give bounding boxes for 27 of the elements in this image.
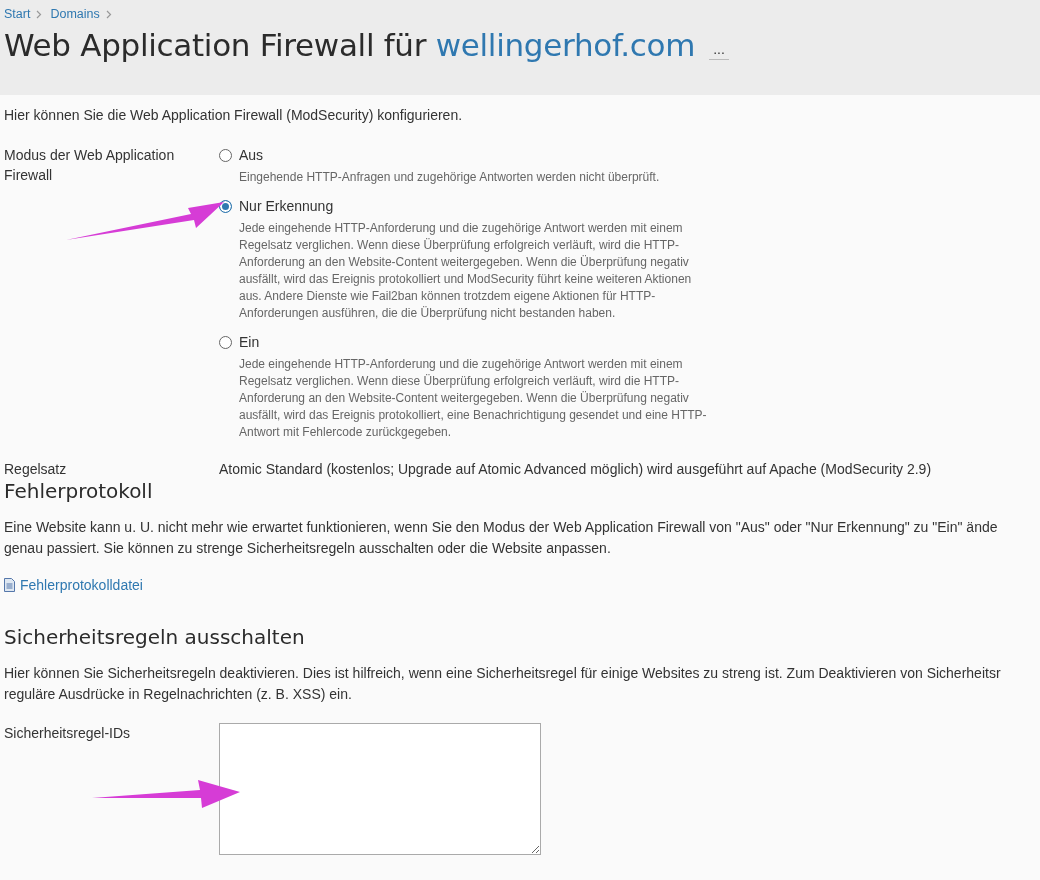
field-label: Sicherheitsregel-IDs xyxy=(4,724,132,743)
document-icon xyxy=(4,578,15,592)
field-label: Modus der Web Application Firewall xyxy=(4,146,176,185)
field-label: Regelsatz xyxy=(4,460,68,479)
radio-button[interactable] xyxy=(219,148,232,162)
breadcrumb-link[interactable]: Start xyxy=(4,7,31,21)
radio-button[interactable] xyxy=(219,335,232,349)
intro-text: Hier können Sie die Web Application Firewall (ModSecurity) konfigurieren. xyxy=(4,107,464,123)
option-label[interactable]: Nur Erkennung xyxy=(239,196,334,216)
section-heading: Sicherheitsregeln ausschalten xyxy=(4,625,306,649)
rule-ids-field[interactable] xyxy=(219,723,541,855)
option-label[interactable]: Ein xyxy=(239,332,260,352)
section-text: Hier können Sie Sicherheitsregeln deaktivieren. Dies ist hilfreich, wenn eine Sicherheitsregel für einige Websites zu streng ist. Zum Deaktivieren von Sicherheitsr reguläre Ausdrücke in Regelnachrichten (z. B. XSS) ein. xyxy=(4,664,1002,704)
radio-button[interactable] xyxy=(219,199,232,213)
ruleset-value: Atomic Standard (kostenlos; Upgrade auf Atomic Advanced möglich) wird ausgeführt auf Apache (ModSecurity 2.9) xyxy=(219,460,932,479)
option-label[interactable]: Aus xyxy=(239,145,264,165)
chevron-icon xyxy=(36,9,43,19)
page-title: Web Application Firewall für wellingerhof.com xyxy=(4,27,696,63)
section-text: Eine Website kann u. U. nicht mehr wie erwartet funktionieren, wenn Sie den Modus der Web Application Firewall von "Aus" oder "Nur Erkennung" zu "Ein" ände genau passiert. Sie können zu strenge Sicherheitsregeln ausschalten oder die Website anpassen. xyxy=(4,518,999,558)
section-heading: Fehlerprotokoll xyxy=(4,479,154,503)
log-file-link[interactable]: Fehlerprotokolldatei xyxy=(20,577,143,593)
more-button[interactable]: ... xyxy=(709,38,729,60)
option-description: Jede eingehende HTTP-Anforderung und die zugehörige Antwort werden mit einem Regelsatz verglichen. Wenn diese Überprüfung erfolgreich verläuft, wird die HTTP-Anforderung an den Website-Content weitergegeben. Wenn die Überprüfung negativ ausfällt, wird das Ereignis protokolliert und ModSecurity führt keine weiteren Aktionen aus. Andere Dienste wie Fail2ban können trotzdem eigene Aktionen für HTTP-Anforderungen ausführen, die die Überprüfung nicht bestanden haben. xyxy=(239,220,693,322)
option-description: Jede eingehende HTTP-Anforderung und die zugehörige Antwort werden mit einem Regelsatz verglichen. Wenn diese Überprüfung erfolgreich verläuft, wird die HTTP-Anforderung an den Website-Content weitergegeben. Wenn die Überprüfung negativ ausfällt, wird das Ereignis protokolliert, eine Benachrichtigung gesendet und eine HTTP-Antwort mit Fehlercode zurückgegeben. xyxy=(239,356,708,441)
chevron-icon xyxy=(105,9,112,19)
option-description: Eingehende HTTP-Anfragen und zugehörige Antworten werden nicht überprüft. xyxy=(239,169,661,186)
breadcrumb-link[interactable]: Domains xyxy=(50,7,100,21)
